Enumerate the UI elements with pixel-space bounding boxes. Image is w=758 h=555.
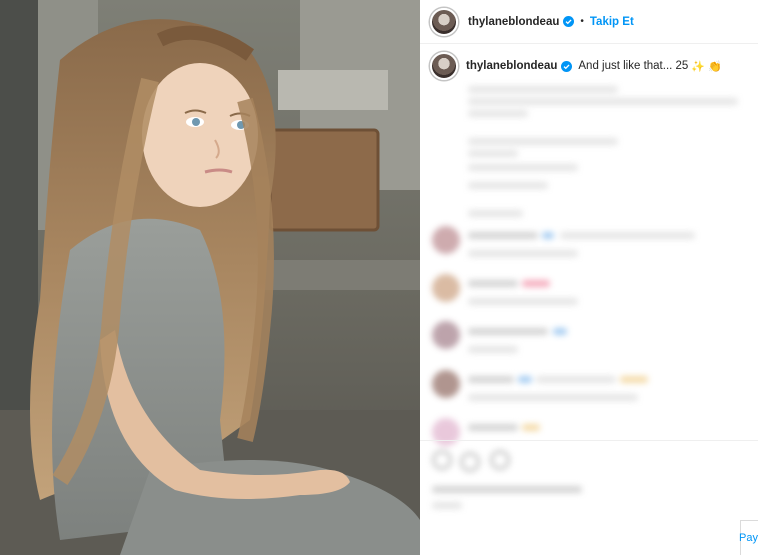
share-icon[interactable]	[490, 450, 510, 470]
blurred-line	[518, 376, 532, 383]
comment-avatar	[432, 370, 460, 398]
blurred-line	[468, 394, 638, 401]
blurred-line	[536, 376, 616, 383]
blurred-line	[468, 210, 523, 217]
comment-avatar	[432, 274, 460, 302]
caption-username[interactable]: thylaneblondeau	[466, 60, 557, 72]
footer-divider	[420, 440, 758, 441]
comment-avatar	[432, 321, 460, 349]
blurred-line	[468, 424, 518, 431]
blurred-line	[432, 486, 582, 493]
blurred-line	[522, 280, 550, 287]
verified-badge-icon	[561, 60, 573, 72]
clap-emoji: 👏	[708, 60, 722, 73]
blurred-line	[553, 328, 567, 335]
blurred-line	[620, 376, 648, 383]
blurred-line	[468, 110, 528, 117]
post-details-panel: thylaneblondeau • Takip Et thylaneblonde…	[420, 0, 758, 555]
profile-avatar[interactable]	[430, 7, 458, 36]
photo-illustration	[0, 0, 420, 555]
header-separator: •	[580, 16, 584, 27]
blurred-line	[432, 502, 462, 509]
comment-icon[interactable]	[460, 452, 480, 472]
caption-avatar[interactable]	[430, 52, 458, 80]
blurred-line	[542, 232, 554, 239]
blurred-line	[468, 298, 578, 305]
blurred-line	[522, 424, 540, 431]
blurred-line	[468, 98, 738, 105]
blurred-line	[468, 86, 618, 93]
header-username[interactable]: thylaneblondeau	[468, 16, 559, 28]
blurred-line	[468, 164, 578, 171]
blurred-line	[468, 182, 548, 189]
follow-button[interactable]: Takip Et	[590, 16, 634, 28]
blurred-line	[468, 138, 618, 145]
post-comment-button[interactable]: Pay	[739, 532, 758, 544]
sparkles-emoji: ✨	[691, 60, 706, 73]
comments-list-blurred	[420, 78, 758, 555]
post-photo[interactable]	[0, 0, 420, 555]
comment-avatar	[432, 226, 460, 254]
blurred-line	[468, 232, 538, 239]
caption-text: And just like that... 25	[578, 60, 689, 72]
comment-avatar	[432, 418, 460, 446]
blurred-line	[468, 346, 518, 353]
blurred-line	[560, 232, 695, 239]
blurred-line	[468, 376, 514, 383]
blurred-line	[468, 280, 518, 287]
like-icon[interactable]	[432, 450, 452, 470]
post-header: thylaneblondeau • Takip Et	[420, 0, 758, 44]
blurred-line	[468, 328, 548, 335]
post-caption: thylaneblondeau And just like that... 25…	[430, 52, 750, 80]
blurred-line	[468, 250, 578, 257]
verified-badge-icon	[563, 16, 575, 27]
blurred-line	[468, 150, 518, 157]
